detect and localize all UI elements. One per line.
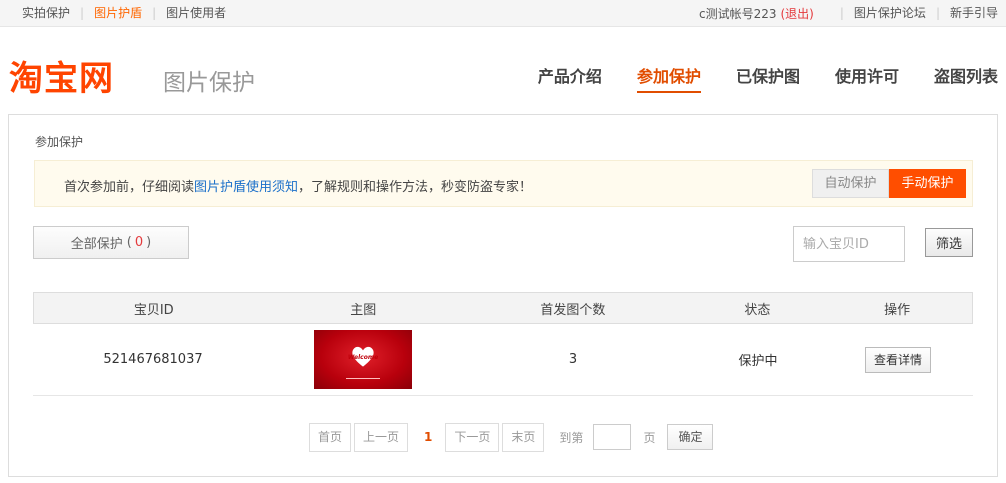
cell-action: 查看详情 — [823, 324, 973, 395]
breadcrumb: 参加保护 — [35, 135, 84, 149]
thumbnail-decoration — [346, 378, 380, 379]
col-header-item-id: 宝贝ID — [133, 302, 174, 318]
page-first-button[interactable]: 首页 — [309, 422, 352, 452]
nav-stolen-list[interactable]: 盗图列表 — [934, 63, 998, 93]
nav-product-intro[interactable]: 产品介绍 — [538, 63, 602, 93]
main-nav: 产品介绍 参加保护 已保护图 使用许可 盗图列表 — [503, 63, 998, 93]
item-id-search-input[interactable] — [793, 226, 905, 262]
notice-prefix: 首次参加前，仔细阅读 — [64, 180, 195, 195]
top-link-image-shield[interactable]: 图片护盾 — [84, 0, 152, 26]
top-bar-left: 实拍保护 | 图片护盾 | 图片使用者 — [0, 0, 236, 26]
paren-close: ) — [146, 235, 152, 250]
top-link-real-shot[interactable]: 实拍保护 — [0, 0, 80, 26]
page-next-button[interactable]: 下一页 — [445, 422, 500, 452]
page-last-button[interactable]: 末页 — [502, 422, 545, 452]
col-header-main-image: 主图 — [350, 302, 377, 318]
goto-label: 到第 — [559, 430, 584, 445]
cell-item-id: 521467681037 — [103, 352, 203, 367]
items-table: 宝贝ID 主图 首发图个数 状态 操作 521467681037 Welcome… — [33, 292, 973, 396]
top-link-forum[interactable]: 图片保护论坛 — [844, 0, 936, 26]
product-subtitle: 图片保护 — [163, 70, 255, 96]
cell-first-count: 3 — [568, 352, 578, 367]
manual-protect-button[interactable]: 手动保护 — [889, 169, 966, 198]
top-bar-right: c测试帐号223 (退出) | 图片保护论坛 | 新手引导 — [699, 0, 998, 26]
account-name: c测试帐号223 — [698, 6, 777, 21]
taobao-logo[interactable]: 淘宝网 — [9, 51, 114, 100]
notice-rules-link[interactable]: 图片护盾使用须知 — [194, 180, 298, 195]
all-protected-count: 0 — [134, 235, 144, 250]
page-unit-label: 页 — [643, 430, 656, 445]
thumbnail-text: Welcome — [347, 354, 379, 361]
main-panel: 参加保护 首次参加前，仔细阅读图片护盾使用须知，了解规则和操作方法，秒变防盗专家… — [8, 114, 998, 477]
top-link-image-users[interactable]: 图片使用者 — [156, 0, 236, 26]
cell-status: 保护中 — [738, 354, 778, 369]
all-protected-button[interactable]: 全部保护 ( 0 ) — [33, 226, 189, 259]
notice-bar: 首次参加前，仔细阅读图片护盾使用须知，了解规则和操作方法，秒变防盗专家！ 自动保… — [34, 160, 973, 207]
goto-confirm-button[interactable]: 确定 — [667, 424, 714, 450]
nav-join-protection[interactable]: 参加保护 — [636, 63, 701, 93]
top-bar: 实拍保护 | 图片护盾 | 图片使用者 c测试帐号223 (退出) | 图片保护… — [0, 0, 1006, 27]
all-protected-label: 全部保护 — [70, 237, 123, 252]
site-header: 淘宝网 图片保护 产品介绍 参加保护 已保护图 使用许可 盗图列表 — [0, 27, 1006, 113]
auto-protect-button[interactable]: 自动保护 — [812, 169, 889, 198]
view-details-button[interactable]: 查看详情 — [865, 346, 931, 373]
col-header-first-count: 首发图个数 — [540, 302, 606, 318]
notice-text: 首次参加前，仔细阅读图片护盾使用须知，了解规则和操作方法，秒变防盗专家！ — [64, 176, 532, 195]
notice-suffix: ，了解规则和操作方法，秒变防盗专家！ — [298, 180, 533, 195]
cell-main-image: Welcome — [273, 324, 453, 395]
nav-protected-images[interactable]: 已保护图 — [736, 63, 800, 93]
paren-open: ( — [126, 235, 132, 250]
col-header-action: 操作 — [884, 302, 911, 318]
top-link-guide[interactable]: 新手引导 — [940, 0, 998, 26]
pagination: 首页 上一页 1 下一页 末页 到第 页 确定 — [309, 422, 714, 452]
goto-page-input[interactable] — [593, 424, 632, 450]
page-prev-button[interactable]: 上一页 — [354, 422, 409, 452]
filter-button[interactable]: 筛选 — [925, 228, 973, 257]
table-row: 521467681037 Welcome 3 保护中 查看详情 — [33, 324, 973, 396]
protection-mode-switch: 自动保护 手动保护 — [812, 169, 966, 198]
logout-link[interactable]: (退出) — [781, 5, 840, 22]
nav-usage-license[interactable]: 使用许可 — [835, 63, 899, 93]
product-thumbnail[interactable]: Welcome — [314, 330, 412, 389]
page-current[interactable]: 1 — [411, 430, 445, 444]
col-header-status: 状态 — [744, 302, 771, 318]
table-header: 宝贝ID 主图 首发图个数 状态 操作 — [33, 292, 973, 324]
